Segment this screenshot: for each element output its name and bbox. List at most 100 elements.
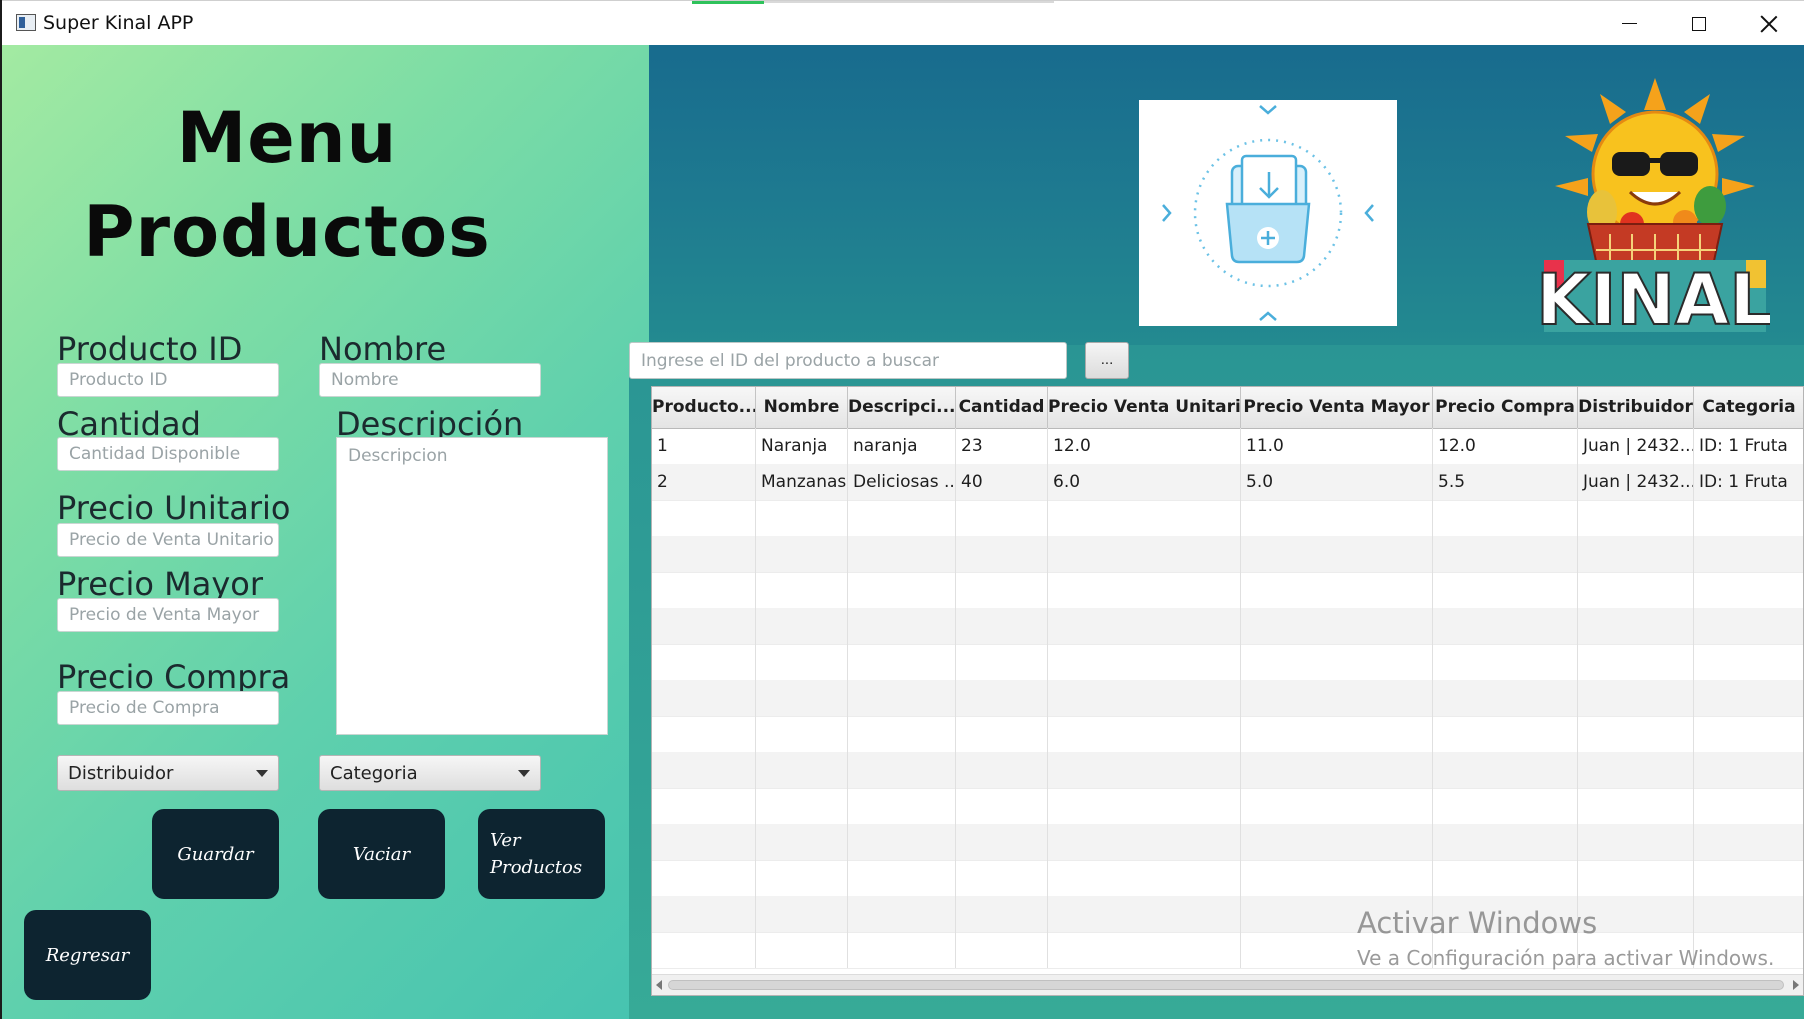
search-button[interactable]: ...	[1085, 342, 1129, 379]
categoria-combo[interactable]: Categoria	[319, 755, 541, 791]
table-cell	[848, 572, 956, 608]
table-cell: 11.0	[1241, 428, 1433, 464]
distribuidor-combo[interactable]: Distribuidor	[57, 755, 279, 791]
regresar-button[interactable]: Regresar	[24, 910, 151, 1000]
column-header[interactable]: Cantidad	[956, 387, 1048, 428]
table-cell: Juan | 2432...	[1578, 464, 1694, 500]
table-cell	[956, 680, 1048, 716]
table-row[interactable]	[652, 608, 1803, 645]
maximize-button[interactable]	[1664, 1, 1734, 46]
table-cell	[1578, 608, 1694, 644]
horizontal-scrollbar[interactable]	[652, 974, 1803, 995]
precio-unitario-input[interactable]: Precio de Venta Unitario	[57, 523, 279, 557]
table-cell	[756, 860, 848, 896]
column-header[interactable]: Categoria	[1694, 387, 1803, 428]
nombre-input[interactable]: Nombre	[319, 363, 541, 397]
table-cell	[956, 644, 1048, 680]
page-title-line2: Productos	[83, 191, 491, 273]
activation-watermark-title: Activar Windows	[1357, 906, 1598, 940]
table-row[interactable]	[652, 644, 1803, 681]
column-header[interactable]: Descripci...	[848, 387, 956, 428]
table-cell: Naranja	[756, 428, 848, 464]
table-cell	[1433, 608, 1578, 644]
scrollbar-thumb[interactable]	[668, 980, 1784, 990]
close-button[interactable]	[1734, 1, 1804, 46]
table-cell	[1433, 788, 1578, 824]
close-icon	[1760, 15, 1778, 33]
producto-id-input[interactable]: Producto ID	[57, 363, 279, 397]
table-cell	[652, 752, 756, 788]
table-row[interactable]	[652, 500, 1803, 537]
table-cell	[848, 932, 956, 968]
table-cell	[956, 896, 1048, 932]
precio-mayor-label: Precio Mayor	[57, 565, 263, 603]
table-row[interactable]	[652, 752, 1803, 789]
descripcion-textarea[interactable]: Descripcion	[336, 437, 608, 735]
table-cell: 1	[652, 428, 756, 464]
table-row[interactable]	[652, 788, 1803, 825]
ver-productos-line1: Ver	[490, 830, 521, 851]
column-header[interactable]: Nombre	[756, 387, 848, 428]
table-row[interactable]	[652, 572, 1803, 609]
table-cell	[848, 536, 956, 572]
table-row[interactable]	[652, 896, 1803, 933]
table-cell	[652, 644, 756, 680]
table-cell	[1048, 896, 1241, 932]
sun-mascot-icon: KINAL	[1535, 78, 1775, 342]
table-row[interactable]	[652, 716, 1803, 753]
column-header[interactable]: Producto...	[652, 387, 756, 428]
table-cell	[956, 788, 1048, 824]
scroll-right-icon[interactable]	[1793, 980, 1799, 990]
table-cell	[1433, 860, 1578, 896]
table-cell	[756, 572, 848, 608]
table-cell	[1048, 608, 1241, 644]
table-cell: 12.0	[1433, 428, 1578, 464]
table-row[interactable]	[652, 824, 1803, 861]
table-cell	[1433, 500, 1578, 536]
table-cell: Deliciosas ...	[848, 464, 956, 500]
table-cell	[652, 788, 756, 824]
precio-mayor-input[interactable]: Precio de Venta Mayor	[57, 598, 279, 632]
guardar-button[interactable]: Guardar	[152, 809, 279, 899]
table-cell	[1048, 932, 1241, 968]
table-cell	[1241, 536, 1433, 572]
column-header[interactable]: Precio Venta Mayor	[1241, 387, 1433, 428]
table-cell	[756, 824, 848, 860]
table-cell	[1433, 824, 1578, 860]
minimize-button[interactable]	[1594, 1, 1664, 46]
products-table[interactable]: Producto... Nombre Descripci... Cantidad…	[651, 386, 1804, 996]
page-title-line1: Menu	[176, 97, 398, 179]
table-row[interactable]	[652, 536, 1803, 573]
maximize-icon	[1692, 16, 1706, 31]
table-row[interactable]: 1 Naranja naranja 23 12.0 11.0 12.0 Juan | 2432…	[652, 428, 1803, 465]
table-row[interactable]	[652, 860, 1803, 897]
table-cell: naranja	[848, 428, 956, 464]
column-header[interactable]: Precio Venta Unitario	[1048, 387, 1241, 428]
title-bar: Super Kinal APP	[2, 0, 1804, 46]
table-cell: 23	[956, 428, 1048, 464]
column-header[interactable]: Distribuidor	[1578, 387, 1694, 428]
table-cell	[848, 860, 956, 896]
scroll-left-icon[interactable]	[656, 980, 662, 990]
precio-compra-input[interactable]: Precio de Compra	[57, 691, 279, 725]
table-cell	[652, 680, 756, 716]
table-cell	[1241, 680, 1433, 716]
table-row[interactable]: 2 Manzanas Deliciosas ... 40 6.0 5.0 5.5 Juan |…	[652, 464, 1803, 501]
table-cell: 2	[652, 464, 756, 500]
table-cell	[956, 860, 1048, 896]
cantidad-input[interactable]: Cantidad Disponible	[57, 437, 279, 471]
table-cell	[1578, 536, 1694, 572]
table-cell	[1241, 824, 1433, 860]
table-cell	[1048, 716, 1241, 752]
search-input[interactable]: Ingrese el ID del producto a buscar	[629, 342, 1067, 379]
table-cell	[1578, 680, 1694, 716]
column-header[interactable]: Precio Compra	[1433, 387, 1578, 428]
table-row[interactable]	[652, 680, 1803, 717]
ver-productos-button[interactable]: Ver Productos	[478, 809, 605, 899]
precio-unitario-label: Precio Unitario	[57, 489, 291, 527]
vaciar-button[interactable]: Vaciar	[318, 809, 445, 899]
table-cell	[848, 752, 956, 788]
table-cell	[956, 824, 1048, 860]
table-cell	[652, 716, 756, 752]
table-cell	[756, 716, 848, 752]
